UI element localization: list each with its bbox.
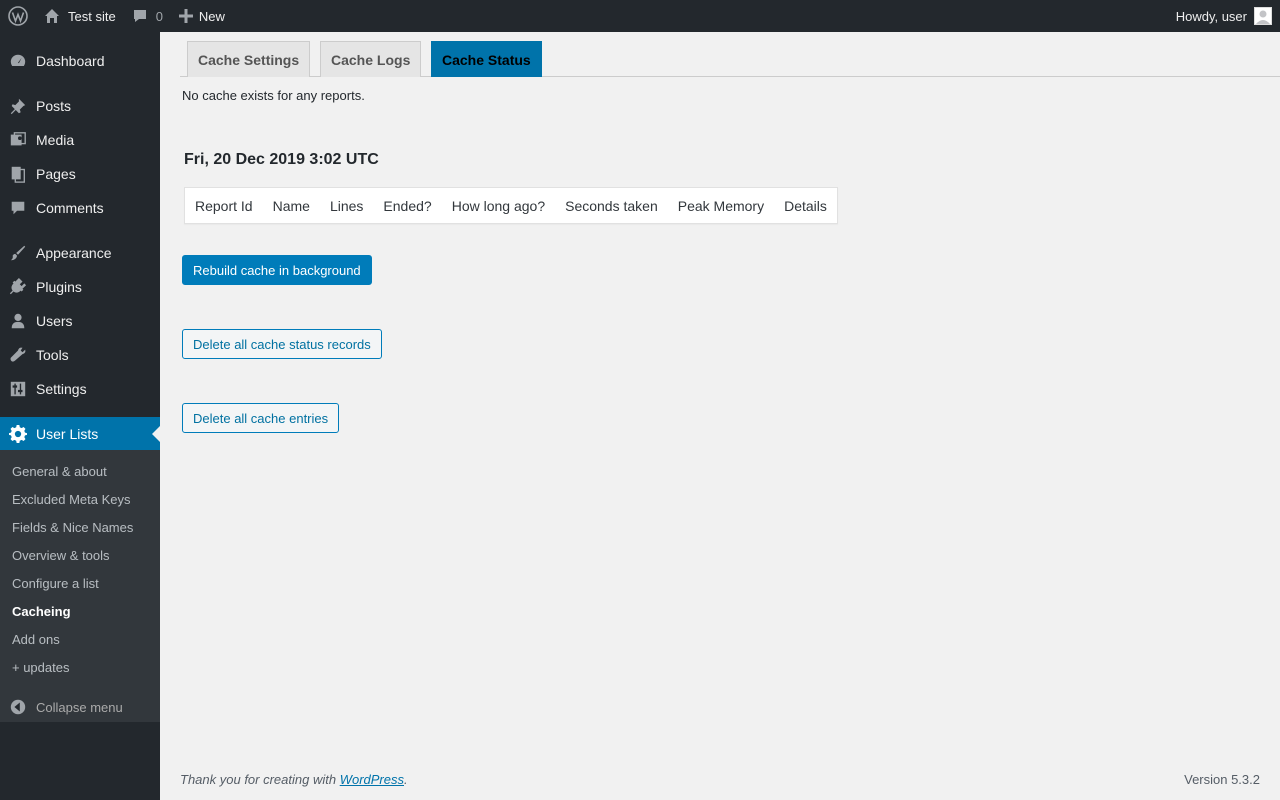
no-cache-notice: No cache exists for any reports. — [182, 88, 365, 103]
sidebar-item-label: Appearance — [36, 245, 112, 261]
column-header-report-id[interactable]: Report Id — [185, 198, 263, 214]
sidebar-item-users[interactable]: Users — [0, 304, 160, 338]
sidebar-item-label: Settings — [36, 381, 87, 397]
submenu-general-about[interactable]: General & about — [12, 457, 107, 485]
gear-icon — [0, 425, 36, 443]
submenu-cacheing[interactable]: Cacheing — [12, 597, 71, 625]
wordpress-logo-icon[interactable] — [0, 0, 36, 32]
sidebar-item-tools[interactable]: Tools — [0, 338, 160, 372]
user-lists-submenu: General & about Excluded Meta Keys Field… — [0, 450, 160, 722]
sidebar-item-posts[interactable]: Posts — [0, 89, 160, 123]
user-icon — [0, 312, 36, 330]
column-header-lines[interactable]: Lines — [320, 198, 373, 214]
tab-cache-status[interactable]: Cache Status — [431, 41, 542, 77]
home-icon — [45, 9, 59, 23]
submenu-fields-nice-names[interactable]: Fields & Nice Names — [12, 513, 133, 541]
column-header-ended[interactable]: Ended? — [373, 198, 441, 214]
admin-sidebar: Dashboard Posts Media Pages Comments App… — [0, 32, 160, 800]
date-heading: Fri, 20 Dec 2019 3:02 UTC — [184, 151, 379, 168]
sidebar-item-comments[interactable]: Comments — [0, 191, 160, 225]
collapse-menu-button[interactable]: Collapse menu — [0, 690, 160, 724]
avatar — [1254, 7, 1272, 25]
tab-cache-settings[interactable]: Cache Settings — [187, 41, 311, 77]
wrench-icon — [0, 346, 36, 364]
tab-cache-logs[interactable]: Cache Logs — [320, 41, 422, 77]
column-header-peak-memory[interactable]: Peak Memory — [668, 198, 774, 214]
sidebar-item-dashboard[interactable]: Dashboard — [0, 44, 160, 78]
media-icon — [0, 131, 36, 149]
column-header-details[interactable]: Details — [774, 198, 837, 214]
sidebar-item-label: Comments — [36, 200, 104, 216]
site-name-link[interactable]: Test site — [36, 0, 124, 32]
footer-thanks-suffix: . — [404, 772, 408, 787]
delete-cache-status-button[interactable]: Delete all cache status records — [182, 329, 382, 359]
cache-status-table: Report Id Name Lines Ended? How long ago… — [184, 187, 838, 224]
plus-icon — [178, 9, 193, 23]
admin-bar: Test site 0 New Howdy, user — [0, 0, 1280, 32]
my-account[interactable]: Howdy, user — [1176, 0, 1280, 32]
sidebar-item-label: Users — [36, 313, 73, 329]
footer-version: Version 5.3.2 — [1184, 772, 1260, 787]
sidebar-item-appearance[interactable]: Appearance — [0, 236, 160, 270]
collapse-arrow-icon — [0, 698, 36, 716]
plug-icon — [0, 278, 36, 296]
sidebar-item-pages[interactable]: Pages — [0, 157, 160, 191]
wordpress-link[interactable]: WordPress — [340, 772, 404, 787]
rebuild-cache-button[interactable]: Rebuild cache in background — [182, 255, 372, 285]
delete-cache-entries-button[interactable]: Delete all cache entries — [182, 403, 340, 433]
sidebar-item-media[interactable]: Media — [0, 123, 160, 157]
comment-icon — [133, 10, 146, 22]
nav-tab-wrapper: Cache Settings Cache Logs Cache Status — [180, 41, 1280, 77]
column-header-how-long-ago[interactable]: How long ago? — [442, 198, 555, 214]
sidebar-item-label: Posts — [36, 98, 72, 114]
submenu-add-ons[interactable]: Add ons — [12, 625, 60, 653]
brush-icon — [0, 244, 36, 262]
sidebar-item-user-lists[interactable]: User Lists — [0, 417, 160, 451]
comments-count: 0 — [155, 8, 163, 24]
sliders-icon — [0, 380, 36, 398]
comment-icon — [0, 199, 36, 217]
sidebar-item-label: Dashboard — [36, 53, 105, 69]
column-header-name[interactable]: Name — [263, 198, 320, 214]
pages-icon — [0, 165, 36, 183]
sidebar-item-label: Pages — [36, 166, 76, 182]
new-content-link[interactable]: New — [171, 0, 233, 32]
column-header-seconds-taken[interactable]: Seconds taken — [555, 198, 668, 214]
dashboard-icon — [0, 52, 36, 70]
sidebar-item-label: User Lists — [36, 426, 99, 442]
pin-icon — [0, 97, 36, 115]
submenu-excluded-meta-keys[interactable]: Excluded Meta Keys — [12, 485, 131, 513]
sidebar-item-settings[interactable]: Settings — [0, 372, 160, 406]
howdy-text: Howdy, user — [1175, 8, 1247, 24]
footer-thanks: Thank you for creating with WordPress. — [180, 772, 408, 787]
sidebar-item-label: Media — [36, 132, 75, 148]
sidebar-item-label: Plugins — [36, 279, 82, 295]
submenu-updates[interactable]: + updates — [12, 653, 69, 681]
new-label: New — [198, 8, 225, 24]
sidebar-item-plugins[interactable]: Plugins — [0, 270, 160, 304]
site-name: Test site — [68, 8, 116, 24]
submenu-overview-tools[interactable]: Overview & tools — [12, 541, 110, 569]
comments-link[interactable]: 0 — [124, 0, 171, 32]
collapse-menu-label: Collapse menu — [36, 699, 123, 715]
footer-thanks-prefix: Thank you for creating with — [180, 772, 340, 787]
sidebar-item-label: Tools — [36, 347, 69, 363]
submenu-configure-list[interactable]: Configure a list — [12, 569, 99, 597]
